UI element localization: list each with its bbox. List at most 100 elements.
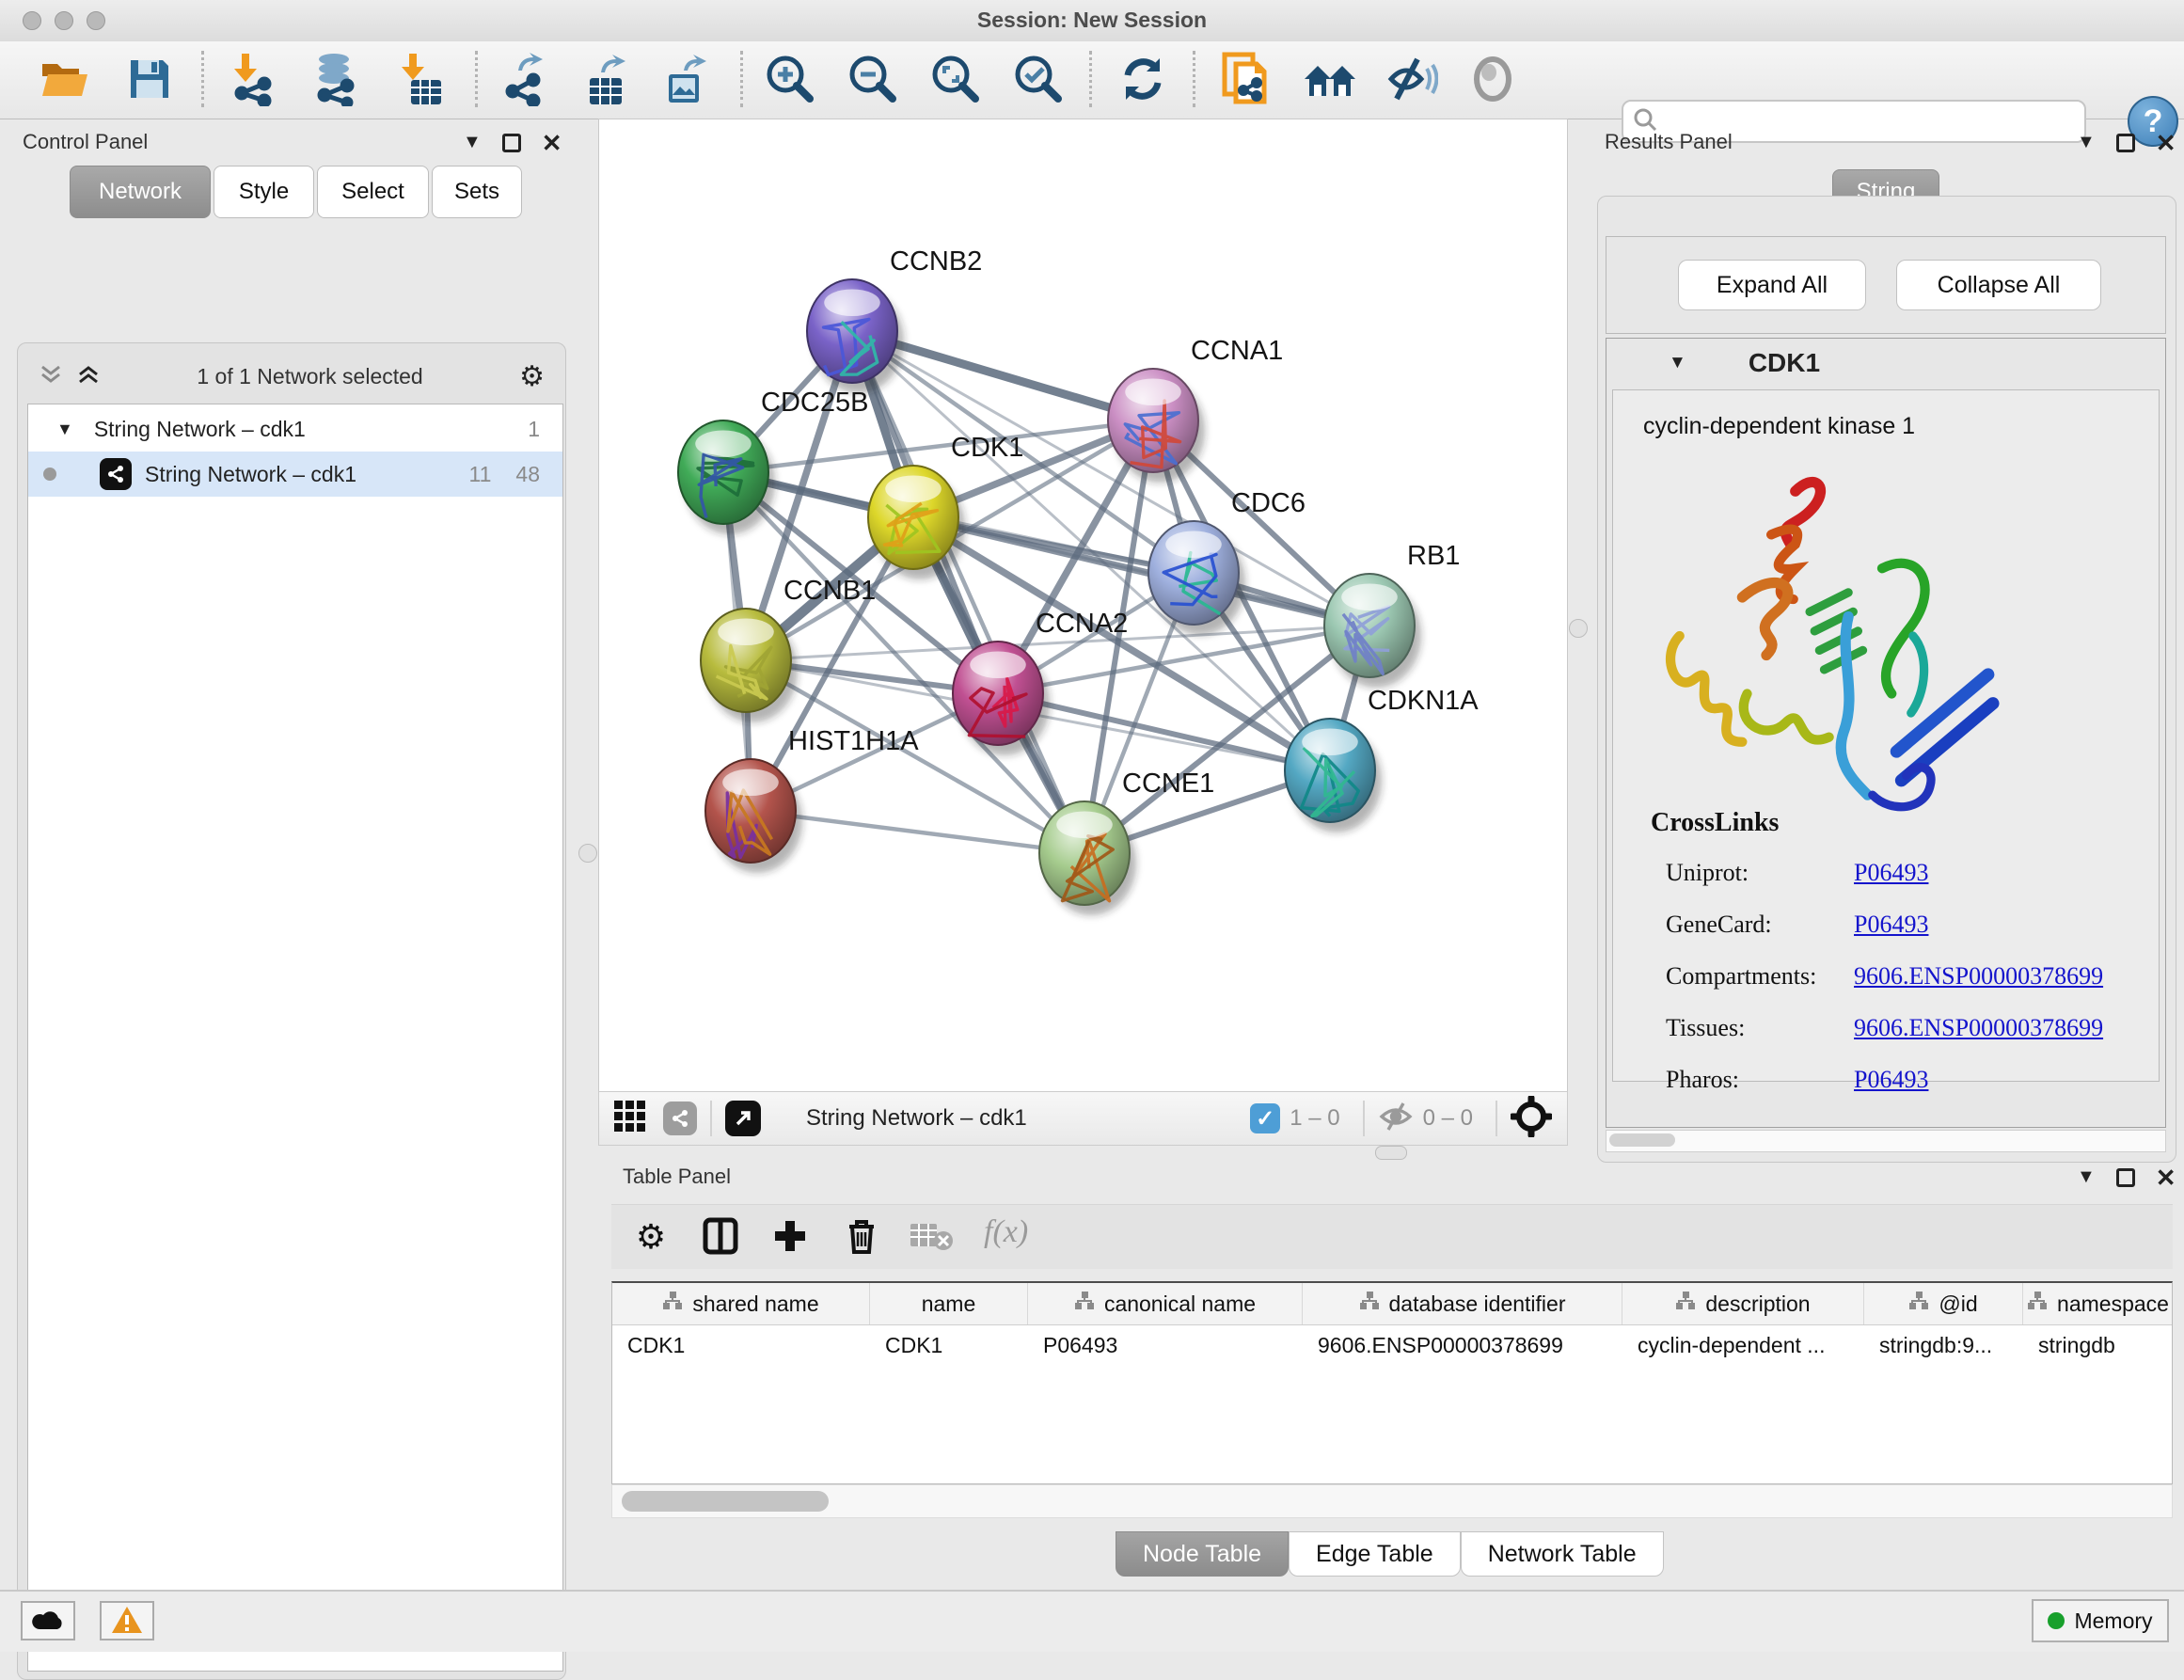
cloud-sync-button[interactable] [21,1601,75,1640]
column-header-description[interactable]: description [1622,1283,1864,1324]
gene-section-header[interactable]: ▼ CDK1 [1606,339,2165,388]
edge-count: 48 [515,462,540,487]
zoom-fit-icon [930,54,981,107]
refresh-view-button[interactable] [1116,53,1170,107]
crosslink-link[interactable]: P06493 [1854,859,1928,886]
node-label-CCNE1: CCNE1 [1122,769,1214,799]
string-home-button[interactable] [1304,53,1358,107]
crosslinks-title: CrossLinks [1651,808,1779,838]
crosslink-link[interactable]: P06493 [1854,1066,1928,1093]
export-table-button[interactable] [579,53,634,107]
export-image-button[interactable] [658,53,713,107]
birdseye-grid-icon[interactable] [614,1101,646,1137]
column-header-namespace[interactable]: namespace [2023,1283,2173,1324]
table-cell[interactable]: P06493 [1028,1325,1303,1365]
node-label-CDC25B: CDC25B [761,388,868,418]
zoom-out-icon [847,54,898,107]
expand-all-networks-icon[interactable] [76,363,101,390]
tree-expander-icon[interactable]: ▼ [56,420,73,439]
network-view-title: String Network – cdk1 [806,1105,1250,1132]
tab-network[interactable]: Network [70,166,211,218]
table-row[interactable]: CDK1CDK1P064939606.ENSP00000378699cyclin… [612,1325,2172,1365]
open-documentation-button[interactable] [1219,53,1274,107]
panel-close-icon[interactable]: ✕ [2156,134,2176,152]
column-header-canonical-name[interactable]: canonical name [1028,1283,1303,1324]
zoom-in-button[interactable] [763,53,817,107]
panel-collapse-icon[interactable]: ▼ [2077,132,2096,153]
table-cell[interactable]: 9606.ENSP00000378699 [1303,1325,1622,1365]
show-hidden-button[interactable] [1465,53,1520,107]
import-table-file-button[interactable] [393,53,448,107]
tab-select[interactable]: Select [317,166,429,218]
panel-close-icon[interactable]: ✕ [542,134,562,152]
detach-view-icon[interactable] [725,1101,761,1136]
panel-float-icon[interactable] [502,134,521,152]
table-cell[interactable]: stringdb [2023,1325,2173,1365]
table-settings-button[interactable]: ⚙ [625,1212,677,1261]
tab-sets[interactable]: Sets [432,166,522,218]
export-network-button[interactable] [499,53,553,107]
section-expander-icon[interactable]: ▼ [1669,353,1686,373]
table-cell[interactable]: stringdb:9... [1864,1325,2023,1365]
results-hscrollbar[interactable] [1606,1130,2166,1152]
hide-selected-button[interactable] [1385,53,1439,107]
zoom-selected-button[interactable] [1011,53,1066,107]
network-view-toolbar: String Network – cdk1 ✓ 1 – 0 0 – 0 [598,1091,1568,1146]
network-canvas[interactable]: CCNB2CCNA1CDC25BCDK1CDC6RB1CCNB1CCNA2CDK… [598,119,1568,1092]
crosslink-link[interactable]: 9606.ENSP00000378699 [1854,962,2103,990]
panel-collapse-icon[interactable]: ▼ [463,132,482,153]
table-cell[interactable]: cyclin-dependent ... [1622,1325,1864,1365]
tab-network-table[interactable]: Network Table [1461,1531,1664,1577]
right-splitter-handle[interactable] [1569,619,1588,638]
save-disk-icon [128,57,171,103]
column-header-database-identifier[interactable]: database identifier [1303,1283,1622,1324]
column-header-label: database identifier [1389,1292,1566,1317]
network-collection-row[interactable]: ▼ String Network – cdk1 1 [28,406,562,452]
zoom-fit-button[interactable] [928,53,983,107]
table-cell[interactable]: CDK1 [612,1325,870,1365]
network-edge[interactable] [852,331,1084,853]
collapse-all-networks-icon[interactable] [39,363,63,390]
table-cell[interactable]: CDK1 [870,1325,1028,1365]
delete-column-button[interactable] [835,1212,888,1261]
network-status-dot [43,468,56,481]
column-header-shared-name[interactable]: shared name [612,1283,870,1324]
network-row-selected[interactable]: String Network – cdk1 11 48 [28,452,562,497]
crosslink-link[interactable]: 9606.ENSP00000378699 [1854,1014,2103,1041]
shared-column-icon [2027,1291,2048,1317]
panel-close-icon[interactable]: ✕ [2156,1168,2176,1187]
column-header-name[interactable]: name [870,1283,1028,1324]
tab-style[interactable]: Style [214,166,314,218]
scrollbar-thumb[interactable] [1609,1133,1675,1147]
panel-float-icon[interactable] [2116,1168,2135,1187]
expand-all-button[interactable]: Expand All [1678,260,1866,310]
table-toolbar: ⚙ f(x) [611,1204,2173,1269]
create-column-button[interactable] [764,1212,816,1261]
panel-float-icon[interactable] [2116,134,2135,152]
node-label-CDC6: CDC6 [1231,488,1306,518]
export-network-icon [501,52,550,109]
save-session-button[interactable] [122,53,177,107]
collapse-all-button[interactable]: Collapse All [1896,260,2101,310]
tab-node-table[interactable]: Node Table [1116,1531,1289,1577]
bottom-splitter-handle[interactable] [1375,1146,1407,1160]
memory-button[interactable]: Memory [2032,1599,2169,1642]
table-hscrollbar[interactable] [611,1484,2173,1518]
open-session-button[interactable] [38,53,92,107]
left-splitter-handle[interactable] [578,844,597,863]
warnings-button[interactable] [100,1601,154,1640]
scrollbar-thumb[interactable] [622,1491,829,1512]
import-network-file-button[interactable] [226,53,280,107]
tab-edge-table[interactable]: Edge Table [1289,1531,1461,1577]
crosslink-link[interactable]: P06493 [1854,911,1928,938]
show-columns-button[interactable] [694,1212,747,1261]
column-header-@id[interactable]: @id [1864,1283,2023,1324]
panel-collapse-icon[interactable]: ▼ [2077,1166,2096,1188]
network-options-gear-icon[interactable]: ⚙ [519,360,545,393]
selected-checkbox-icon[interactable]: ✓ [1250,1103,1280,1133]
string-results-box: Expand All Collapse All ▼ CDK1 cyclin-de… [1597,196,2176,1163]
node-label-CCNA2: CCNA2 [1036,609,1128,639]
fit-selected-crosshair-icon[interactable] [1511,1096,1552,1142]
import-network-database-button[interactable] [307,53,361,107]
zoom-out-button[interactable] [846,53,900,107]
